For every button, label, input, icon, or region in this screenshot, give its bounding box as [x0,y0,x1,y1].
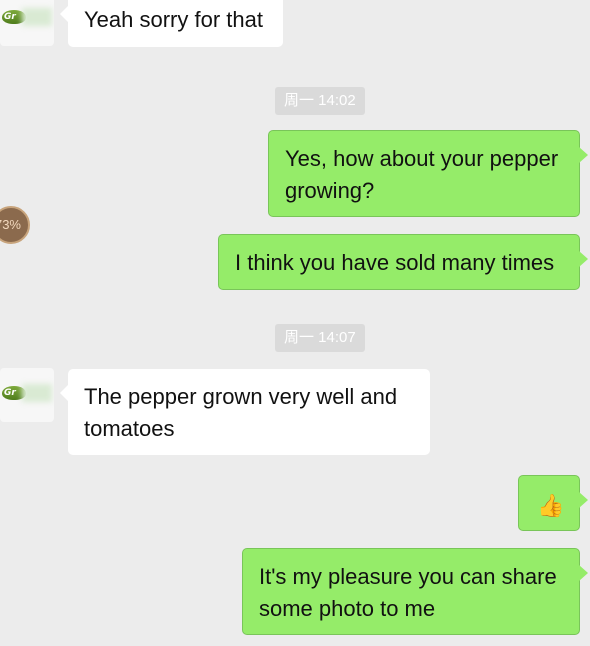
message-text: The pepper grown very well and tomatoes [84,384,398,441]
progress-badge[interactable]: 73% [0,206,30,244]
message-text: Yeah sorry for that [84,7,263,32]
contact-avatar[interactable]: Gr [0,368,54,422]
contact-avatar[interactable]: Gr [0,0,54,46]
message-bubble-outgoing[interactable]: It's my pleasure you can share some phot… [242,548,588,635]
timestamp: 周一 14:02 [275,87,365,115]
message-text: I think you have sold many times [235,250,555,275]
avatar-blur [22,8,52,26]
avatar-blur [22,384,52,402]
timestamp-text: 周一 14:02 [284,92,356,109]
message-text: It's my pleasure you can share some phot… [259,564,557,621]
message-text: Yes, how about your pepper growing? [285,146,559,203]
message-bubble-outgoing[interactable]: 👍 [518,475,588,531]
message-bubble-incoming[interactable]: The pepper grown very well and tomatoes [60,369,430,455]
message-bubble-incoming[interactable]: Yeah sorry for that [60,0,283,47]
timestamp: 周一 14:07 [275,324,365,352]
progress-text: 73% [0,217,21,232]
message-bubble-outgoing[interactable]: I think you have sold many times [218,234,588,290]
timestamp-text: 周一 14:07 [284,329,356,346]
thumbs-up-icon: 👍 [537,493,565,518]
message-bubble-outgoing[interactable]: Yes, how about your pepper growing? [268,130,588,217]
